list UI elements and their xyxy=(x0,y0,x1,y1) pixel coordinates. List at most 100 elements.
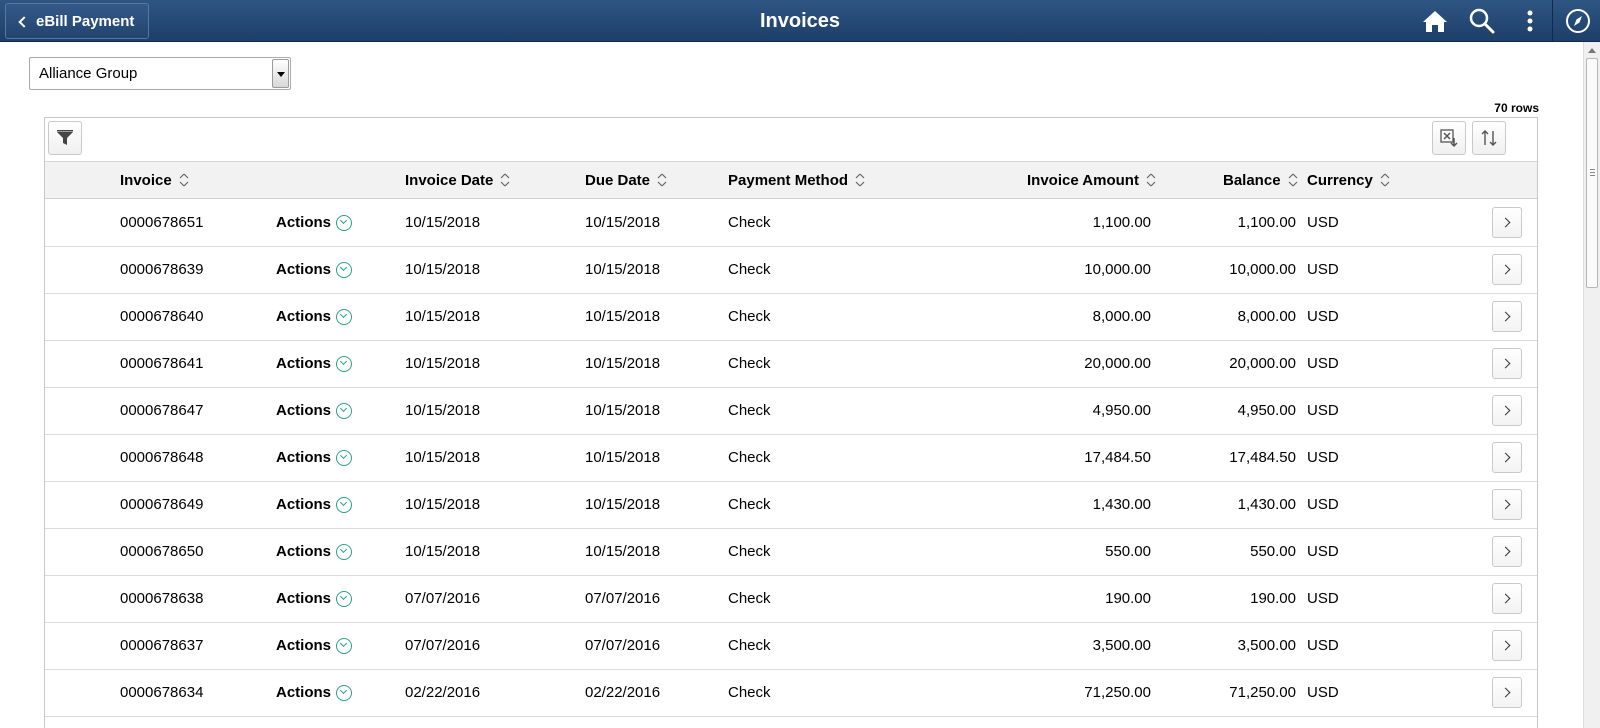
actions-button[interactable]: Actions xyxy=(276,669,353,716)
sort-button[interactable] xyxy=(1472,121,1506,155)
row-detail-chevron-right-icon[interactable] xyxy=(1492,677,1522,708)
actions-button[interactable]: Actions xyxy=(276,387,353,434)
sort-icon xyxy=(179,173,189,187)
invoice-number: 0000678634 xyxy=(120,684,204,701)
row-detail-chevron-right-icon[interactable] xyxy=(1492,536,1522,567)
currency: USD xyxy=(1307,590,1339,607)
table-row[interactable]: 0000678648 Actions 10/15/2018 10/15/2018… xyxy=(45,434,1537,482)
download-to-excel-button[interactable] xyxy=(1432,121,1466,155)
column-header-due-date[interactable]: Due Date xyxy=(585,162,668,200)
due-date: 10/15/2018 xyxy=(585,308,661,325)
dropdown-arrow-icon[interactable] xyxy=(272,59,289,88)
balance: 4,950.00 xyxy=(1237,402,1296,419)
payment-method: Check xyxy=(728,637,771,654)
row-detail-chevron-right-icon[interactable] xyxy=(1492,583,1522,614)
sort-icon xyxy=(1146,173,1156,187)
currency: USD xyxy=(1307,355,1339,372)
sort-icon xyxy=(855,173,865,187)
currency: USD xyxy=(1307,214,1339,231)
filter-button[interactable] xyxy=(48,121,82,155)
chevron-left-icon xyxy=(18,15,30,28)
actions-label: Actions xyxy=(276,636,332,654)
sort-arrows-icon xyxy=(1481,130,1497,146)
row-detail-chevron-right-icon[interactable] xyxy=(1492,301,1522,332)
chevron-down-circle-icon xyxy=(336,449,353,466)
payment-method: Check xyxy=(728,402,771,419)
balance: 1,100.00 xyxy=(1237,214,1296,231)
row-detail-chevron-right-icon[interactable] xyxy=(1492,395,1522,426)
payment-method: Check xyxy=(728,449,771,466)
actions-button[interactable]: Actions xyxy=(276,622,353,669)
column-header-invoice[interactable]: Invoice xyxy=(120,162,190,200)
table-row[interactable]: 0000678650 Actions 10/15/2018 10/15/2018… xyxy=(45,528,1537,576)
invoice-number: 0000678641 xyxy=(120,355,204,372)
row-detail-chevron-right-icon[interactable] xyxy=(1492,254,1522,285)
row-detail-chevron-right-icon[interactable] xyxy=(1492,348,1522,379)
invoice-date: 02/22/2016 xyxy=(405,684,481,701)
scroll-up-arrow-icon[interactable] xyxy=(1588,48,1596,53)
search-icon[interactable] xyxy=(1467,6,1497,36)
table-row[interactable]: 0000678639 Actions 10/15/2018 10/15/2018… xyxy=(45,246,1537,294)
actions-button[interactable]: Actions xyxy=(276,293,353,340)
table-row[interactable]: 0000678638 Actions 07/07/2016 07/07/2016… xyxy=(45,575,1537,623)
navbar-compass-icon[interactable] xyxy=(1563,6,1593,36)
table-row[interactable]: 0000678651 Actions 10/15/2018 10/15/2018… xyxy=(45,199,1537,247)
due-date: 10/15/2018 xyxy=(585,496,661,513)
invoice-number: 0000678647 xyxy=(120,402,204,419)
customer-select[interactable]: Alliance Group xyxy=(29,57,291,90)
chevron-down-circle-icon xyxy=(336,261,353,278)
chevron-down-circle-icon xyxy=(336,496,353,513)
table-row[interactable]: 0000678649 Actions 10/15/2018 10/15/2018… xyxy=(45,481,1537,529)
due-date: 10/15/2018 xyxy=(585,543,661,560)
row-count: 70 rows xyxy=(1494,101,1539,115)
invoice-number: 0000678648 xyxy=(120,449,204,466)
due-date: 10/15/2018 xyxy=(585,214,661,231)
invoice-amount: 8,000.00 xyxy=(1092,308,1151,325)
table-row[interactable]: 0000678640 Actions 10/15/2018 10/15/2018… xyxy=(45,293,1537,341)
actions-button[interactable]: Actions xyxy=(276,481,353,528)
actions-button[interactable]: Actions xyxy=(276,199,353,246)
actions-button[interactable]: Actions xyxy=(276,528,353,575)
invoice-amount: 190.00 xyxy=(1105,590,1151,607)
chevron-down-circle-icon xyxy=(336,684,353,701)
currency: USD xyxy=(1307,449,1339,466)
column-header-invoice-amount[interactable]: Invoice Amount xyxy=(1027,162,1157,200)
actions-label: Actions xyxy=(276,260,332,278)
payment-method: Check xyxy=(728,590,771,607)
actions-button[interactable]: Actions xyxy=(276,575,353,622)
actions-button[interactable]: Actions xyxy=(276,434,353,481)
table-row[interactable]: 0000678637 Actions 07/07/2016 07/07/2016… xyxy=(45,622,1537,670)
payment-method: Check xyxy=(728,684,771,701)
row-detail-chevron-right-icon[interactable] xyxy=(1492,630,1522,661)
table-row[interactable]: 0000678641 Actions 10/15/2018 10/15/2018… xyxy=(45,340,1537,388)
invoice-number: 0000678637 xyxy=(120,637,204,654)
balance: 550.00 xyxy=(1250,543,1296,560)
back-button[interactable]: eBill Payment xyxy=(5,3,150,39)
invoice-number: 0000678650 xyxy=(120,543,204,560)
table-row[interactable]: 0000678647 Actions 10/15/2018 10/15/2018… xyxy=(45,387,1537,435)
scrollbar-thumb[interactable] xyxy=(1586,58,1598,288)
column-header-invoice-date[interactable]: Invoice Date xyxy=(405,162,511,200)
home-icon[interactable] xyxy=(1420,6,1450,36)
column-header-payment-method[interactable]: Payment Method xyxy=(728,162,866,200)
actions-button[interactable]: Actions xyxy=(276,340,353,387)
back-button-label: eBill Payment xyxy=(36,12,135,30)
sort-icon xyxy=(657,173,667,187)
row-detail-chevron-right-icon[interactable] xyxy=(1492,207,1522,238)
grid-toolbar xyxy=(45,118,1537,161)
row-detail-chevron-right-icon[interactable] xyxy=(1492,442,1522,473)
currency: USD xyxy=(1307,543,1339,560)
due-date: 10/15/2018 xyxy=(585,261,661,278)
invoice-date: 10/15/2018 xyxy=(405,214,481,231)
column-header-currency[interactable]: Currency xyxy=(1307,162,1391,200)
chevron-down-circle-icon xyxy=(336,637,353,654)
actions-button[interactable]: Actions xyxy=(276,246,353,293)
more-options-icon[interactable] xyxy=(1515,6,1545,36)
table-row[interactable]: 0000678634 Actions 02/22/2016 02/22/2016… xyxy=(45,669,1537,717)
invoice-date: 07/07/2016 xyxy=(405,637,481,654)
vertical-scrollbar[interactable] xyxy=(1583,42,1600,728)
row-detail-chevron-right-icon[interactable] xyxy=(1492,489,1522,520)
column-header-balance[interactable]: Balance xyxy=(1223,162,1299,200)
invoice-amount: 3,500.00 xyxy=(1092,637,1151,654)
invoice-amount: 4,950.00 xyxy=(1092,402,1151,419)
